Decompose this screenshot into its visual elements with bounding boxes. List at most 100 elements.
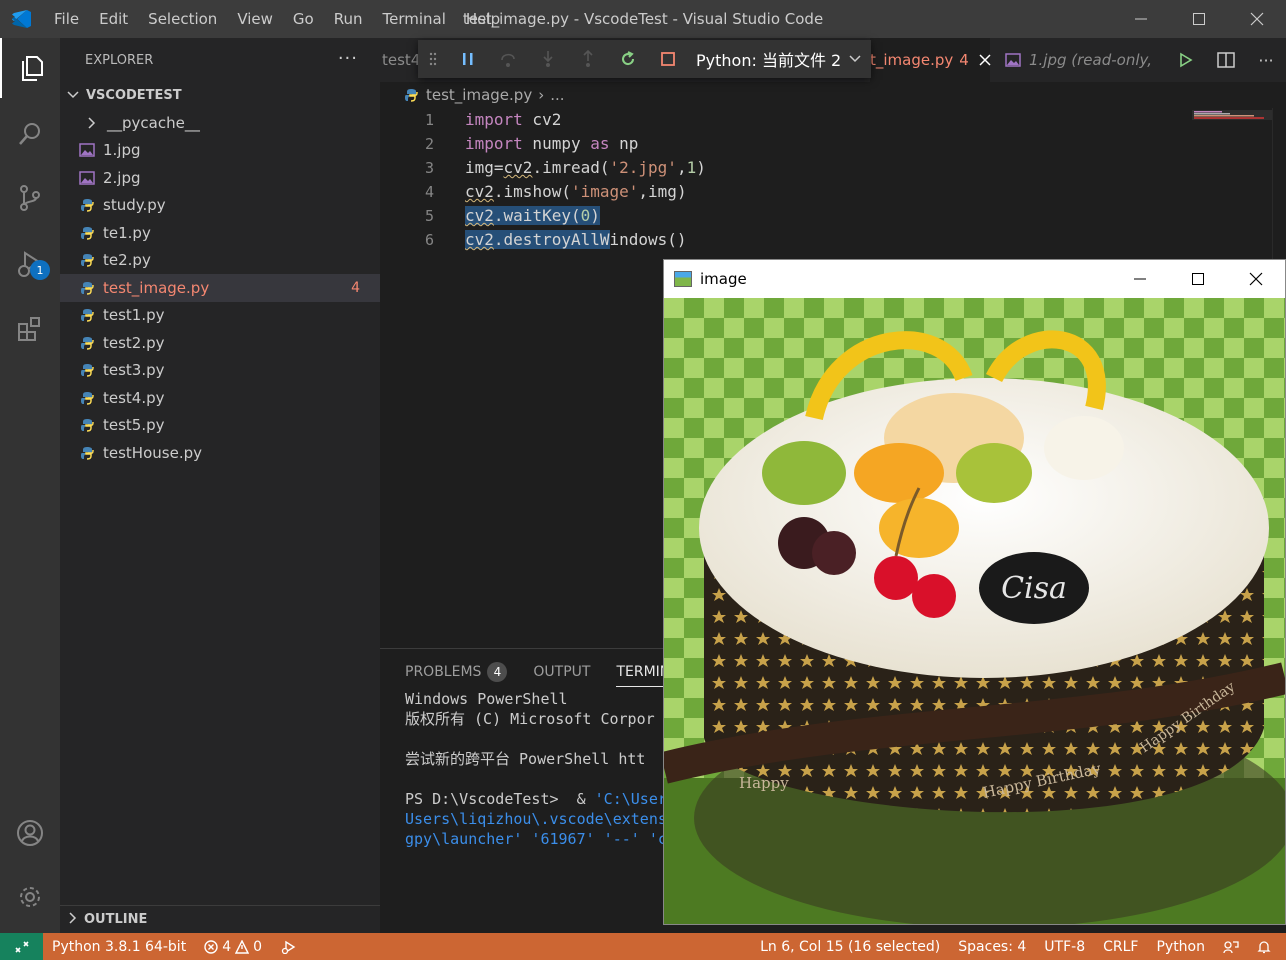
tab-test4[interactable]: test4 — [380, 38, 420, 82]
notifications-button[interactable] — [1248, 940, 1280, 954]
file-item[interactable]: te1.py — [60, 219, 380, 247]
menu-selection[interactable]: Selection — [138, 0, 227, 38]
menu-terminal[interactable]: Terminal — [373, 0, 456, 38]
terminal-output[interactable]: Windows PowerShell 版权所有 (C) Microsoft Cor… — [405, 689, 667, 849]
code-token: cv2 — [503, 158, 533, 177]
terminal-prompt: PS D:\VscodeTest> & — [405, 790, 595, 808]
line-number: 3 — [424, 159, 434, 177]
language-mode[interactable]: Python — [1147, 939, 1214, 955]
line-endings[interactable]: CRLF — [1094, 939, 1147, 955]
folder-item[interactable]: __pycache__ — [60, 109, 380, 137]
tab-1jpg[interactable]: 1.jpg (read-only, — [1005, 38, 1155, 82]
step-over-button[interactable] — [488, 40, 528, 78]
file-label: 1.jpg — [103, 141, 141, 160]
cake-plaque-text: Cisa — [1001, 571, 1067, 606]
code-token: .waitKey( — [493, 206, 581, 225]
run-file-button[interactable] — [1166, 38, 1206, 82]
problems-indicator[interactable]: 4 0 — [195, 939, 271, 955]
file-item[interactable]: test3.py — [60, 357, 380, 385]
feedback-button[interactable] — [1214, 940, 1248, 954]
split-editor-button[interactable] — [1206, 38, 1246, 82]
source-control-icon — [20, 185, 40, 211]
file-item[interactable]: testHouse.py — [60, 439, 380, 467]
python-interpreter[interactable]: Python 3.8.1 64-bit — [43, 939, 195, 955]
image-maximize-button[interactable] — [1169, 260, 1227, 298]
accounts-button[interactable] — [0, 803, 60, 863]
file-item[interactable]: test1.py — [60, 302, 380, 330]
manage-button[interactable] — [0, 867, 60, 927]
python-file-icon — [404, 88, 418, 102]
file-item[interactable]: test2.py — [60, 329, 380, 357]
tab-label: PROBLEMS — [405, 664, 482, 680]
more-actions-icon[interactable]: ··· — [338, 48, 358, 69]
tab-test-image[interactable]: t_image.py 4 — [870, 38, 991, 82]
tab-output[interactable]: OUTPUT — [533, 657, 590, 687]
python-file-icon — [78, 252, 96, 268]
close-tab-icon[interactable] — [979, 54, 991, 66]
code-text: cv2.imshow('image',img) — [465, 180, 687, 204]
outline-section[interactable]: OUTLINE — [60, 905, 380, 933]
menu-edit[interactable]: Edit — [89, 0, 138, 38]
close-button[interactable] — [1228, 0, 1286, 38]
image-close-button[interactable] — [1227, 260, 1285, 298]
stop-button[interactable] — [648, 40, 688, 78]
code-token: .imread( — [532, 158, 610, 177]
explorer-header: EXPLORER ··· — [60, 38, 380, 82]
minimap[interactable] — [1192, 110, 1272, 120]
line-number: 2 — [424, 135, 434, 153]
step-out-button[interactable] — [568, 40, 608, 78]
run-debug-view-button[interactable]: 1 — [0, 234, 60, 294]
restart-button[interactable] — [608, 40, 648, 78]
file-item[interactable]: test4.py — [60, 384, 380, 412]
menu-go[interactable]: Go — [283, 0, 324, 38]
warning-icon — [235, 939, 250, 954]
file-item[interactable]: test_image.py 4 — [60, 274, 380, 302]
panel-tabs: PROBLEMS 4 OUTPUT TERMINA — [405, 657, 706, 687]
breadcrumb-symbol[interactable]: ... — [550, 86, 564, 104]
explorer-view-button[interactable] — [0, 38, 60, 98]
search-view-button[interactable] — [0, 104, 60, 164]
code-line: 1 import cv2 — [380, 108, 1286, 132]
python-file-icon — [78, 445, 96, 461]
file-label: te1.py — [103, 223, 151, 242]
code-token: numpy — [522, 134, 591, 153]
tab-problems[interactable]: PROBLEMS 4 — [405, 657, 508, 687]
menu-run[interactable]: Run — [324, 0, 373, 38]
pause-button[interactable] — [448, 40, 488, 78]
file-item[interactable]: study.py — [60, 192, 380, 220]
file-item[interactable]: test5.py — [60, 412, 380, 440]
terminal-line: Windows PowerShell — [405, 690, 568, 708]
debug-badge: 1 — [30, 260, 50, 280]
menu-file[interactable]: File — [44, 0, 89, 38]
explorer-sidebar: EXPLORER ··· VSCODETEST __pycache__ 1.jp… — [60, 38, 380, 933]
more-tab-actions[interactable]: ··· — [1246, 38, 1286, 82]
extensions-view-button[interactable] — [0, 298, 60, 358]
code-token: import — [465, 110, 523, 129]
step-into-button[interactable] — [528, 40, 568, 78]
maximize-button[interactable] — [1170, 0, 1228, 38]
file-item[interactable]: 1.jpg — [60, 137, 380, 165]
minimize-button[interactable] — [1112, 0, 1170, 38]
drag-handle[interactable] — [418, 40, 448, 78]
warning-count: 0 — [253, 938, 263, 955]
code-line: 5 cv2.waitKey(0) — [380, 204, 1286, 228]
cursor-position[interactable]: Ln 6, Col 15 (16 selected) — [751, 939, 949, 955]
source-control-view-button[interactable] — [0, 168, 60, 228]
image-minimize-button[interactable] — [1111, 260, 1169, 298]
debug-status-button[interactable] — [271, 940, 305, 954]
debug-config-select[interactable]: Python: 当前文件 2 — [696, 47, 861, 71]
menu-view[interactable]: View — [227, 0, 283, 38]
indentation[interactable]: Spaces: 4 — [949, 939, 1035, 955]
file-item[interactable]: 2.jpg — [60, 164, 380, 192]
code-token: 1 — [686, 158, 697, 177]
menu-help[interactable]: Help — [456, 0, 510, 38]
remote-button[interactable] — [0, 933, 43, 960]
debug-toolbar: Python: 当前文件 2 — [418, 40, 871, 78]
problems-count-badge: 4 — [487, 662, 508, 682]
file-item[interactable]: te2.py — [60, 247, 380, 275]
breadcrumb-file[interactable]: test_image.py — [426, 86, 532, 104]
workspace-root[interactable]: VSCODETEST — [60, 82, 380, 109]
image-file-icon — [78, 170, 96, 186]
encoding[interactable]: UTF-8 — [1035, 939, 1094, 955]
tab-problem-count: 4 — [959, 51, 969, 69]
